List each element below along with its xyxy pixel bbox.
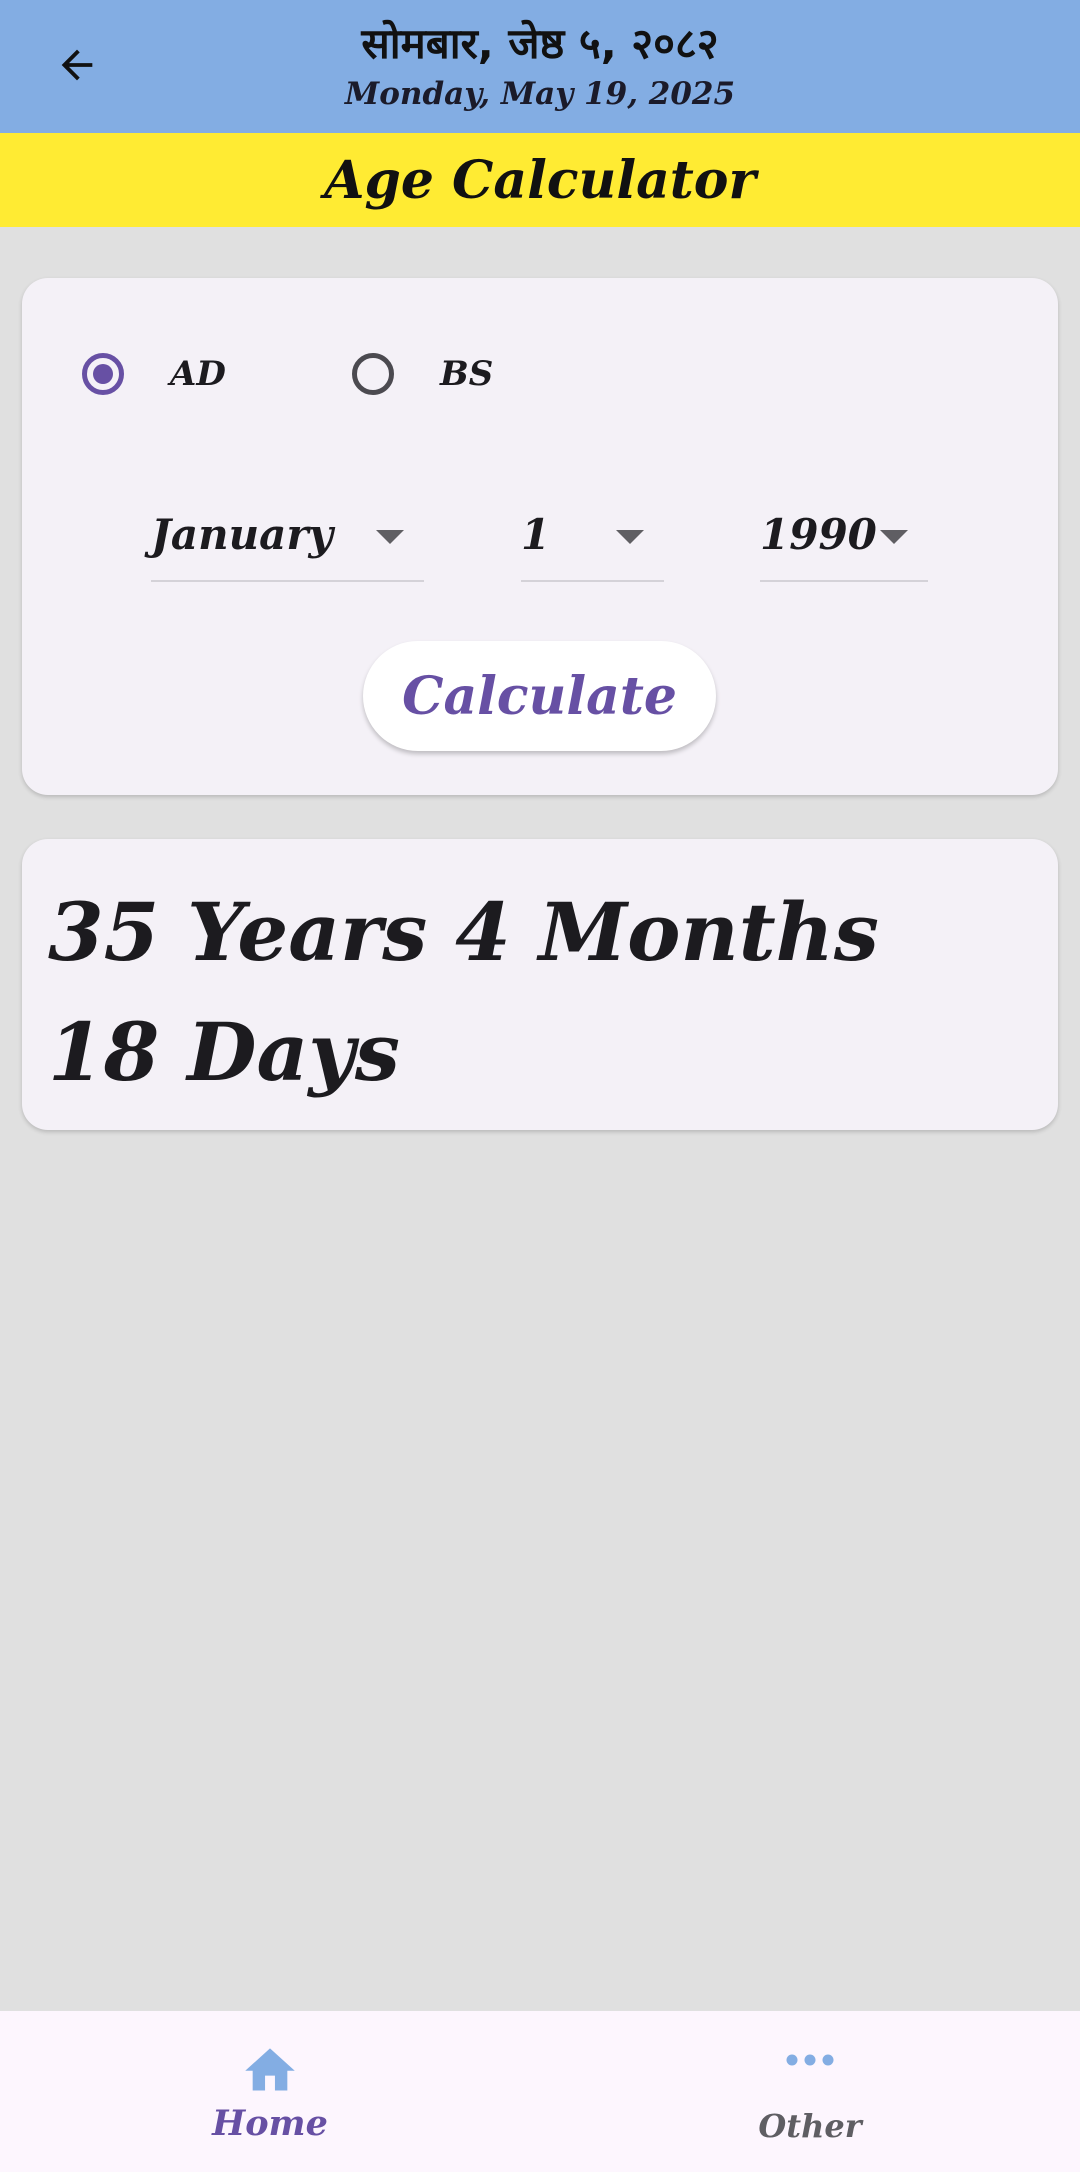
radio-checked-icon[interactable] bbox=[82, 353, 124, 395]
radio-label-ad: AD bbox=[170, 354, 226, 394]
day-value: 1 bbox=[521, 510, 551, 559]
english-date: Monday, May 19, 2025 bbox=[344, 76, 736, 112]
app-root: सोमबार, जेष्ठ ५, २०८२ Monday, May 19, 20… bbox=[0, 0, 1080, 2172]
day-dropdown[interactable]: 1 bbox=[521, 500, 664, 582]
month-dropdown[interactable]: January bbox=[151, 500, 424, 582]
caret-down-icon bbox=[616, 530, 644, 544]
header-bar: सोमबार, जेष्ठ ५, २०८२ Monday, May 19, 20… bbox=[0, 0, 1080, 133]
bottom-navigation: Home Other bbox=[0, 2011, 1080, 2172]
radio-bs[interactable]: BS bbox=[344, 345, 493, 403]
calculate-button[interactable]: Calculate bbox=[363, 641, 716, 751]
page-title: Age Calculator bbox=[324, 149, 756, 211]
nav-home[interactable]: Home bbox=[0, 2011, 540, 2172]
nav-other[interactable]: Other bbox=[540, 2011, 1080, 2172]
year-dropdown[interactable]: 1990 bbox=[760, 500, 928, 582]
more-horizontal-icon bbox=[785, 2053, 835, 2067]
age-result: 35 Years 4 Months 18 Days bbox=[48, 885, 879, 1099]
caret-down-icon bbox=[376, 530, 404, 544]
year-value: 1990 bbox=[760, 510, 877, 559]
radio-ad[interactable]: AD bbox=[74, 345, 226, 403]
radio-label-bs: BS bbox=[440, 354, 494, 394]
month-value: January bbox=[151, 510, 333, 559]
caret-down-icon bbox=[880, 530, 908, 544]
nepali-date: सोमबार, जेष्ठ ५, २०८२ bbox=[361, 19, 719, 68]
calculate-button-label: Calculate bbox=[402, 665, 677, 727]
nav-other-label: Other bbox=[758, 2107, 862, 2145]
title-banner: Age Calculator bbox=[0, 133, 1080, 227]
radio-unchecked-icon[interactable] bbox=[352, 353, 394, 395]
home-icon bbox=[240, 2041, 300, 2093]
nav-home-label: Home bbox=[212, 2103, 328, 2144]
